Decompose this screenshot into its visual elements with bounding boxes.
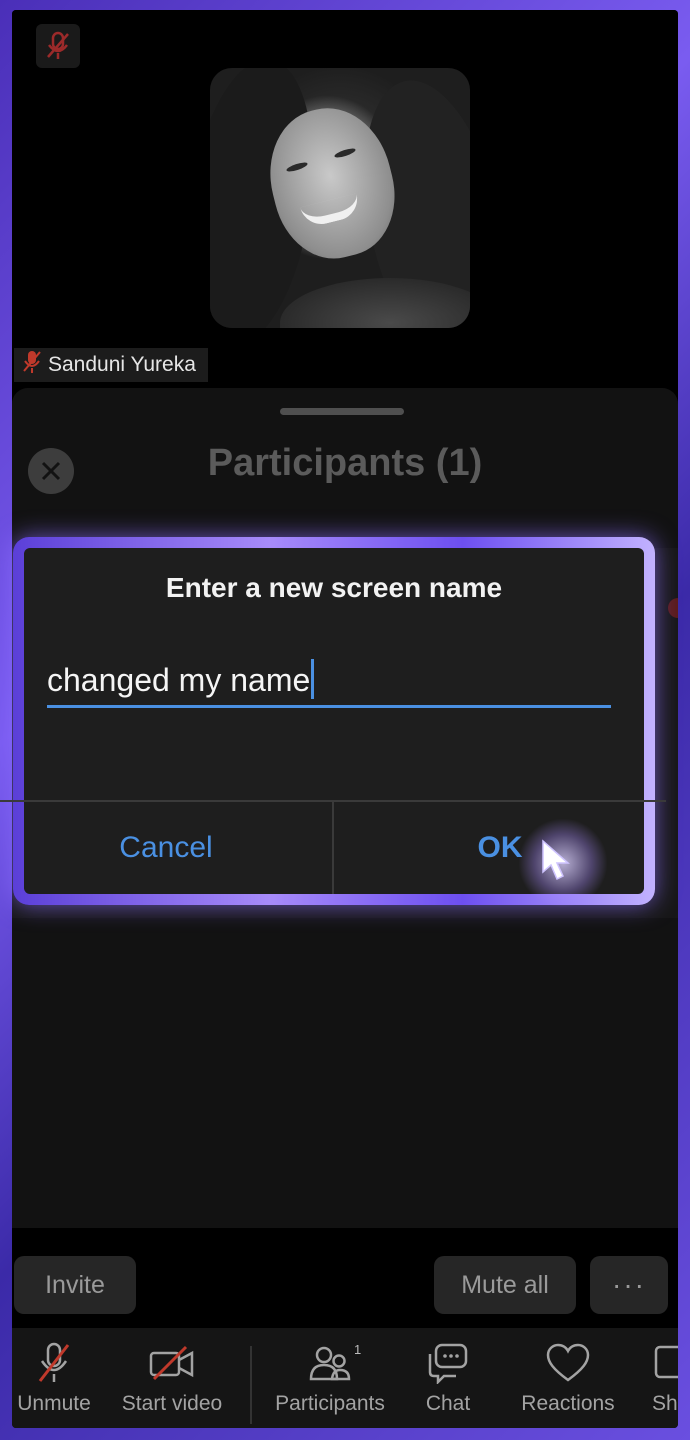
- reactions-label: Reactions: [521, 1392, 615, 1415]
- chat-label: Chat: [425, 1392, 471, 1415]
- participants-label: Participants: [275, 1392, 385, 1415]
- participants-button[interactable]: 1 Participants: [270, 1338, 390, 1416]
- unmute-button[interactable]: Unmute: [12, 1338, 96, 1416]
- heart-icon: [516, 1338, 620, 1388]
- participants-count-badge: 1: [354, 1342, 362, 1357]
- share-icon: [652, 1338, 678, 1388]
- invite-button[interactable]: Invite: [14, 1256, 136, 1314]
- start-video-button[interactable]: Start video: [116, 1338, 228, 1416]
- participants-actions: Invite Mute all ···: [12, 1242, 678, 1322]
- meeting-toolbar: Unmute Start video 1 Participants Chat R…: [12, 1328, 678, 1428]
- mic-muted-icon: [22, 350, 42, 380]
- start-video-label: Start video: [121, 1392, 223, 1415]
- chat-icon: [416, 1338, 480, 1388]
- ok-button[interactable]: OK: [334, 802, 666, 894]
- more-options-button[interactable]: ···: [590, 1256, 668, 1314]
- reactions-button[interactable]: Reactions: [516, 1338, 620, 1416]
- toolbar-divider: [250, 1346, 252, 1424]
- text-caret: [311, 659, 315, 699]
- participant-video-avatar: [210, 68, 470, 328]
- participants-icon: [270, 1338, 390, 1388]
- participant-name-tag: Sanduni Yureka: [14, 348, 208, 382]
- dialog-title: Enter a new screen name: [165, 572, 503, 603]
- share-button[interactable]: Sh: [652, 1338, 678, 1416]
- mic-muted-icon: [12, 1338, 96, 1388]
- mouse-pointer-icon: [542, 839, 570, 881]
- video-off-icon: [116, 1338, 228, 1388]
- mic-muted-icon: [36, 24, 80, 68]
- screen-name-input[interactable]: changed my name: [47, 654, 611, 708]
- unmute-label: Unmute: [17, 1392, 91, 1415]
- video-area: Sanduni Yureka: [12, 10, 678, 400]
- mute-all-button[interactable]: Mute all: [434, 1256, 576, 1314]
- share-label: Sh: [652, 1392, 678, 1415]
- chat-button[interactable]: Chat: [416, 1338, 480, 1416]
- participant-name: Sanduni Yureka: [48, 353, 196, 376]
- cancel-button[interactable]: Cancel: [0, 802, 334, 894]
- screen-name-value: changed my name: [47, 662, 311, 698]
